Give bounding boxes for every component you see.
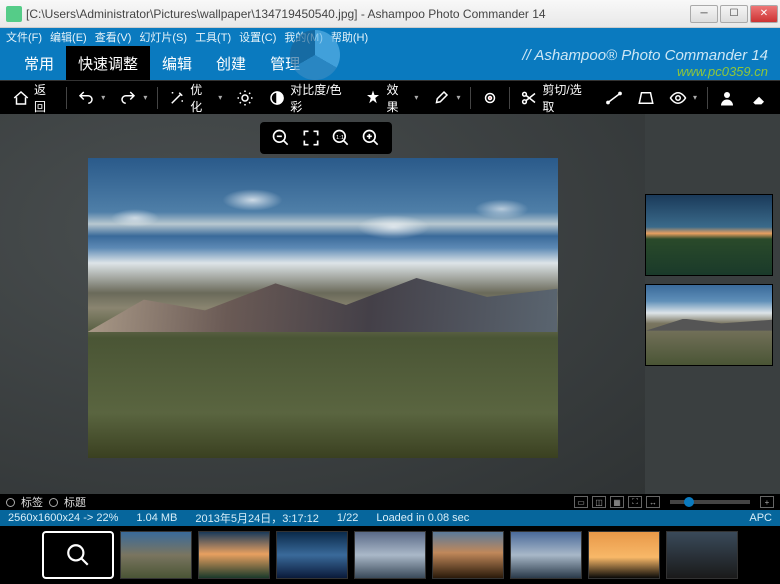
view-mode-2[interactable]: ◫ [592, 496, 606, 508]
menu-my[interactable]: 我的(M) [284, 29, 323, 45]
menu-settings[interactable]: 设置(C) [239, 29, 276, 45]
crop-button[interactable]: 剪切/选取 [514, 77, 597, 119]
filmstrip-thumb-3[interactable] [276, 531, 348, 579]
brightness-icon [236, 89, 254, 107]
wand-icon [168, 89, 186, 107]
actual-size-button[interactable]: 1:1 [330, 127, 352, 149]
window-controls: ─ ☐ ✕ [690, 5, 778, 23]
redeye-button[interactable] [475, 85, 505, 111]
menu-edit[interactable]: 编辑(E) [50, 29, 87, 45]
zoom-slider[interactable] [670, 500, 750, 504]
filmstrip-thumb-6[interactable] [510, 531, 582, 579]
straighten-button[interactable] [599, 85, 629, 111]
contrast-button[interactable]: 对比度/色彩 [262, 77, 356, 119]
main-view[interactable]: 1:1 [0, 114, 645, 494]
contrast-label: 对比度/色彩 [290, 81, 350, 115]
brand-text: // Ashampoo® Photo Commander 14 [522, 47, 768, 64]
perspective-button[interactable] [631, 85, 661, 111]
brand-row: 常用 快速调整 编辑 创建 管理 // Ashampoo® Photo Comm… [0, 46, 780, 80]
filmstrip-thumb-8[interactable] [666, 531, 738, 579]
workspace: 1:1 [0, 114, 780, 494]
window-titlebar: [C:\Users\Administrator\Pictures\wallpap… [0, 0, 780, 28]
scissors-icon [520, 89, 538, 107]
zoom-toolbar: 1:1 [260, 122, 392, 154]
status-date: 2013年5月24日，3:17:12 [195, 510, 319, 526]
redeye-icon [481, 89, 499, 107]
filmstrip-zoom[interactable] [42, 531, 114, 579]
tag-radio[interactable] [6, 498, 15, 507]
side-panel [645, 114, 780, 494]
view-mode-1[interactable]: ▭ [574, 496, 588, 508]
zoom-out-button[interactable] [270, 127, 292, 149]
window-title: [C:\Users\Administrator\Pictures\wallpap… [26, 7, 690, 21]
view-mode-4[interactable]: ⛶ [628, 496, 642, 508]
view-mode-5[interactable]: ↔ [646, 496, 660, 508]
app-icon [6, 6, 22, 22]
home-icon [12, 89, 30, 107]
svg-text:1:1: 1:1 [336, 135, 344, 141]
menu-view[interactable]: 查看(V) [95, 29, 132, 45]
straighten-icon [605, 89, 623, 107]
minimize-button[interactable]: ─ [690, 5, 718, 23]
menu-slideshow[interactable]: 幻灯片(S) [139, 29, 187, 45]
tag-bar: 标签 标题 ▭ ◫ ▦ ⛶ ↔ + [0, 494, 780, 510]
brand-label: // Ashampoo® Photo Commander 14 www.pc03… [522, 47, 768, 79]
tab-common[interactable]: 常用 [12, 46, 66, 80]
prev-thumbnail[interactable] [645, 194, 773, 276]
view-mode-3[interactable]: ▦ [610, 496, 624, 508]
zoom-plus[interactable]: + [760, 496, 774, 508]
brush-icon [432, 89, 450, 107]
next-thumbnail[interactable] [645, 284, 773, 366]
maximize-button[interactable]: ☐ [720, 5, 748, 23]
zoom-in-button[interactable] [360, 127, 382, 149]
tab-edit[interactable]: 编辑 [150, 46, 204, 80]
effects-button[interactable]: 效果▾ [358, 77, 424, 119]
brightness-button[interactable] [230, 85, 260, 111]
tab-quick-adjust[interactable]: 快速调整 [66, 46, 150, 80]
undo-button[interactable]: ▾ [71, 85, 111, 111]
person-icon [718, 89, 736, 107]
brush-button[interactable]: ▾ [426, 85, 466, 111]
filmstrip-thumb-1[interactable] [120, 531, 192, 579]
eye-button[interactable]: ▾ [663, 85, 703, 111]
tab-create[interactable]: 创建 [204, 46, 258, 80]
undo-icon [77, 89, 95, 107]
redo-button[interactable]: ▾ [113, 85, 153, 111]
menu-tools[interactable]: 工具(T) [195, 29, 231, 45]
filmstrip [0, 526, 780, 584]
menu-help[interactable]: 帮助(H) [331, 29, 368, 45]
main-tabs: 常用 快速调整 编辑 创建 管理 [12, 46, 312, 80]
star-icon [364, 89, 382, 107]
back-button[interactable]: 返回 [6, 77, 62, 119]
tag-label: 标签 [21, 494, 43, 510]
perspective-icon [637, 89, 655, 107]
erase-button[interactable] [744, 85, 774, 111]
eye-icon [669, 89, 687, 107]
menu-bar: 文件(F) 编辑(E) 查看(V) 幻灯片(S) 工具(T) 设置(C) 我的(… [0, 28, 780, 46]
current-photo [88, 158, 558, 458]
filmstrip-thumb-5[interactable] [432, 531, 504, 579]
optimize-button[interactable]: 优化▾ [162, 77, 228, 119]
crop-label: 剪切/选取 [542, 81, 591, 115]
filmstrip-thumb-2[interactable] [198, 531, 270, 579]
toolbar: 返回 ▾ ▾ 优化▾ 对比度/色彩 效果▾ ▾ 剪切/选取 ▾ [0, 80, 780, 114]
erase-icon [750, 89, 768, 107]
tab-manage[interactable]: 管理 [258, 46, 312, 80]
fit-screen-button[interactable] [300, 127, 322, 149]
optimize-label: 优化 [190, 81, 212, 115]
menu-file[interactable]: 文件(F) [6, 29, 42, 45]
person-button[interactable] [712, 85, 742, 111]
redo-icon [119, 89, 137, 107]
close-button[interactable]: ✕ [750, 5, 778, 23]
effects-label: 效果 [386, 81, 408, 115]
filmstrip-thumb-7[interactable] [588, 531, 660, 579]
back-label: 返回 [34, 81, 56, 115]
title-label: 标题 [64, 494, 86, 510]
contrast-icon [268, 89, 286, 107]
status-bar: 2560x1600x24 -> 22% 1.04 MB 2013年5月24日，3… [0, 510, 780, 526]
title-radio[interactable] [49, 498, 58, 507]
filmstrip-thumb-4[interactable] [354, 531, 426, 579]
